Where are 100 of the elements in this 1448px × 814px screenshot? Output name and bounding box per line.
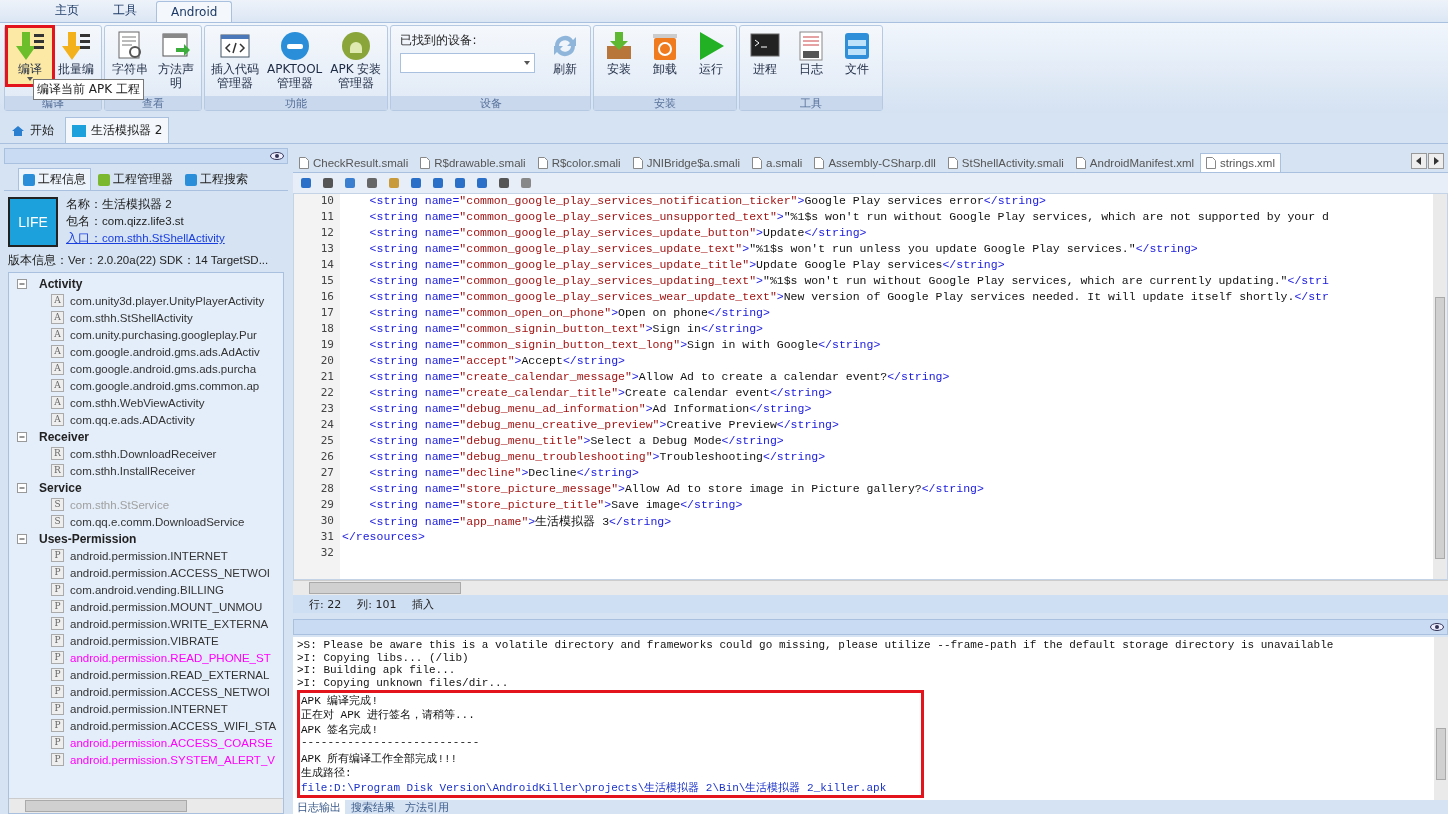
tree-item[interactable]: com.sthh.StShellActivity bbox=[70, 311, 193, 324]
item-icon: A bbox=[51, 328, 64, 341]
item-icon: R bbox=[51, 447, 64, 460]
line-number: 27 bbox=[319, 466, 335, 481]
tree-item[interactable]: com.android.vending.BILLING bbox=[70, 583, 225, 596]
code-line: <string name="debug_menu_creative_preview">Creative Preview</string> bbox=[368, 418, 840, 433]
ribbon-button[interactable]: 运行 bbox=[689, 28, 734, 78]
code-line: <string name="common_google_play_services_update_button">Update</string> bbox=[368, 226, 868, 241]
file-tab[interactable]: R$color.smali bbox=[531, 153, 627, 172]
tree-item[interactable]: com.sthh.WebViewActivity bbox=[70, 396, 205, 409]
tree-group: Service bbox=[39, 480, 82, 495]
ribbon-button[interactable]: 刷新 bbox=[543, 28, 588, 78]
panel-tab[interactable]: 工程管理器 bbox=[93, 168, 178, 190]
ribbon-button[interactable]: 安装 bbox=[597, 28, 642, 78]
item-icon: P bbox=[51, 583, 64, 596]
code-line: <string name="create_calendar_message">Allow Ad to create a calendar event?</string> bbox=[368, 370, 951, 385]
code-line: <string name="debug_menu_troubleshooting">Troubleshooting</string> bbox=[368, 450, 827, 465]
ribbon-button[interactable]: 方法声 明 bbox=[154, 28, 198, 92]
code-line: <string name="common_google_play_services_updating_text">"%1$s won't run without Google Play services, which are currently updating."</stri bbox=[368, 274, 1330, 289]
line-number: 10 bbox=[319, 194, 335, 209]
tree-item[interactable]: android.permission.ACCESS_WIFI_STA bbox=[70, 719, 277, 732]
code-line: <string name="common_google_play_services_update_text">"%1$s won't run unless you update Google Play services."</string> bbox=[368, 242, 1199, 257]
tree-group: Receiver bbox=[39, 429, 90, 444]
tree-item[interactable]: com.unity.purchasing.googleplay.Pur bbox=[70, 328, 257, 341]
line-number: 13 bbox=[319, 242, 335, 257]
ribbon-button[interactable]: 卸载 bbox=[643, 28, 688, 78]
tree-item[interactable]: android.permission.MOUNT_UNMOU bbox=[70, 600, 263, 613]
ribbon-button[interactable]: 进程 bbox=[743, 28, 788, 78]
menu-tab[interactable]: 主页 bbox=[40, 0, 94, 22]
ribbon-button[interactable]: 字符串 bbox=[108, 28, 152, 78]
ribbon-button[interactable]: 插入代码 管理器 bbox=[208, 28, 262, 92]
code-line: <string name="store_picture_message">Allow Ad to store image in Picture gallery?</string> bbox=[368, 482, 985, 497]
item-icon: P bbox=[51, 634, 64, 647]
menu-tab[interactable]: 工具 bbox=[98, 0, 152, 22]
tree-item[interactable]: com.google.android.gms.common.ap bbox=[70, 379, 260, 392]
tree-item[interactable]: android.permission.WRITE_EXTERNA bbox=[70, 617, 269, 630]
group-label: 安装 bbox=[594, 96, 737, 110]
tree-item[interactable]: android.permission.ACCESS_NETWOI bbox=[70, 685, 271, 698]
file-tab[interactable]: CheckResult.smali bbox=[293, 153, 415, 172]
item-icon: P bbox=[51, 566, 64, 579]
tree-item[interactable]: android.permission.INTERNET bbox=[70, 549, 228, 562]
tree-item[interactable]: com.google.android.gms.ads.purcha bbox=[70, 362, 257, 375]
line-number: 17 bbox=[319, 306, 335, 321]
file-tab[interactable]: JNIBridge$a.smali bbox=[626, 153, 746, 172]
output-tab[interactable]: 搜索结果 bbox=[347, 800, 399, 814]
tree-item[interactable]: com.unity3d.player.UnityPlayerActivity bbox=[70, 294, 265, 307]
menu-tab[interactable]: Android bbox=[156, 1, 233, 22]
group-label: 设备 bbox=[391, 96, 591, 110]
output-tab[interactable]: 方法引用 bbox=[401, 800, 453, 814]
log-line: APK 签名完成! bbox=[301, 722, 379, 736]
document-tab[interactable]: 生活模拟器 2 bbox=[65, 117, 170, 143]
panel-tab[interactable]: 工程信息 bbox=[18, 168, 91, 190]
file-link[interactable]: file:D:\Program Disk Version\AndroidKiller\projects\生活模拟器 2\Bin\生活模拟器 2_killer.apk bbox=[301, 779, 921, 794]
file-tab[interactable]: StShellActivity.smali bbox=[941, 153, 1070, 172]
line-number: 32 bbox=[319, 546, 335, 561]
ribbon-button[interactable]: APK 安装 管理器 bbox=[327, 28, 385, 92]
item-icon: A bbox=[51, 362, 64, 375]
ribbon-button[interactable]: APKTOOL 管理器 bbox=[264, 28, 326, 92]
file-tab[interactable]: R$drawable.smali bbox=[414, 153, 532, 172]
log-line: 生成路径: bbox=[301, 766, 353, 780]
ribbon-button[interactable]: 编译 bbox=[8, 28, 52, 84]
tree-item[interactable]: android.permission.READ_EXTERNAL bbox=[70, 668, 270, 681]
ribbon-button[interactable]: 文件 bbox=[835, 28, 880, 78]
file-tab[interactable]: Assembly-CSharp.dll bbox=[808, 153, 942, 172]
file-tab[interactable]: a.smali bbox=[746, 153, 809, 172]
tree-item[interactable]: android.permission.VIBRATE bbox=[70, 634, 219, 647]
tree-group: Activity bbox=[39, 276, 83, 291]
log-line: >S: Please be aware this is a volatile directory and frameworks could go missing, please utilize --frame-path if the default storage directory is unavailable bbox=[297, 639, 1334, 652]
code-line: </resources> bbox=[342, 530, 426, 545]
item-icon: A bbox=[51, 413, 64, 426]
file-tab[interactable]: strings.xml bbox=[1200, 153, 1281, 172]
log-line: >I: Copying unknown files/dir... bbox=[297, 676, 509, 690]
tree-item[interactable]: com.sthh.DownloadReceiver bbox=[70, 447, 217, 460]
tree-item[interactable]: com.google.android.gms.ads.AdActiv bbox=[70, 345, 260, 358]
entry-link[interactable]: 入口：com.sthh.StShellActivity bbox=[66, 231, 225, 246]
tree-item[interactable]: com.qq.e.comm.DownloadService bbox=[70, 515, 245, 528]
ribbon-button[interactable]: 日志 bbox=[789, 28, 834, 78]
device-label: 已找到的设备: bbox=[400, 32, 478, 49]
panel-tab[interactable]: 工程搜索 bbox=[180, 168, 253, 190]
info-text: 名称：生活模拟器 2 bbox=[66, 197, 173, 212]
item-icon: P bbox=[51, 549, 64, 562]
document-tab[interactable]: 开始 bbox=[4, 117, 61, 143]
code-line: <string name="common_google_play_services_wear_update_text">New version of Google Play services needed. It will update itself shortly.</str bbox=[368, 290, 1330, 305]
file-tab[interactable]: AndroidManifest.xml bbox=[1069, 153, 1201, 172]
ribbon-button[interactable]: 批量编 bbox=[54, 28, 98, 78]
tree-item[interactable]: android.permission.ACCESS_NETWOI bbox=[70, 566, 271, 579]
log-line: --------------------------- bbox=[301, 736, 481, 750]
output-tab[interactable]: 日志输出 bbox=[293, 800, 345, 814]
line-number: 12 bbox=[319, 226, 335, 241]
status-text: 插入 bbox=[412, 596, 435, 612]
item-icon: A bbox=[51, 379, 64, 392]
code-line: <string name="store_picture_title">Save image</string> bbox=[368, 498, 744, 513]
tree-item[interactable]: com.sthh.InstallReceiver bbox=[70, 464, 196, 477]
tree-item[interactable]: android.permission.INTERNET bbox=[70, 702, 228, 715]
app-icon: LIFE bbox=[8, 197, 58, 247]
item-icon: P bbox=[51, 736, 64, 749]
code-line: <string name="accept">Accept</string> bbox=[368, 354, 626, 369]
line-number: 20 bbox=[319, 354, 335, 369]
tree-item[interactable]: com.qq.e.ads.ADActivity bbox=[70, 413, 195, 426]
code-line: <string name="debug_menu_title">Select a Debug Mode</string> bbox=[368, 434, 785, 449]
